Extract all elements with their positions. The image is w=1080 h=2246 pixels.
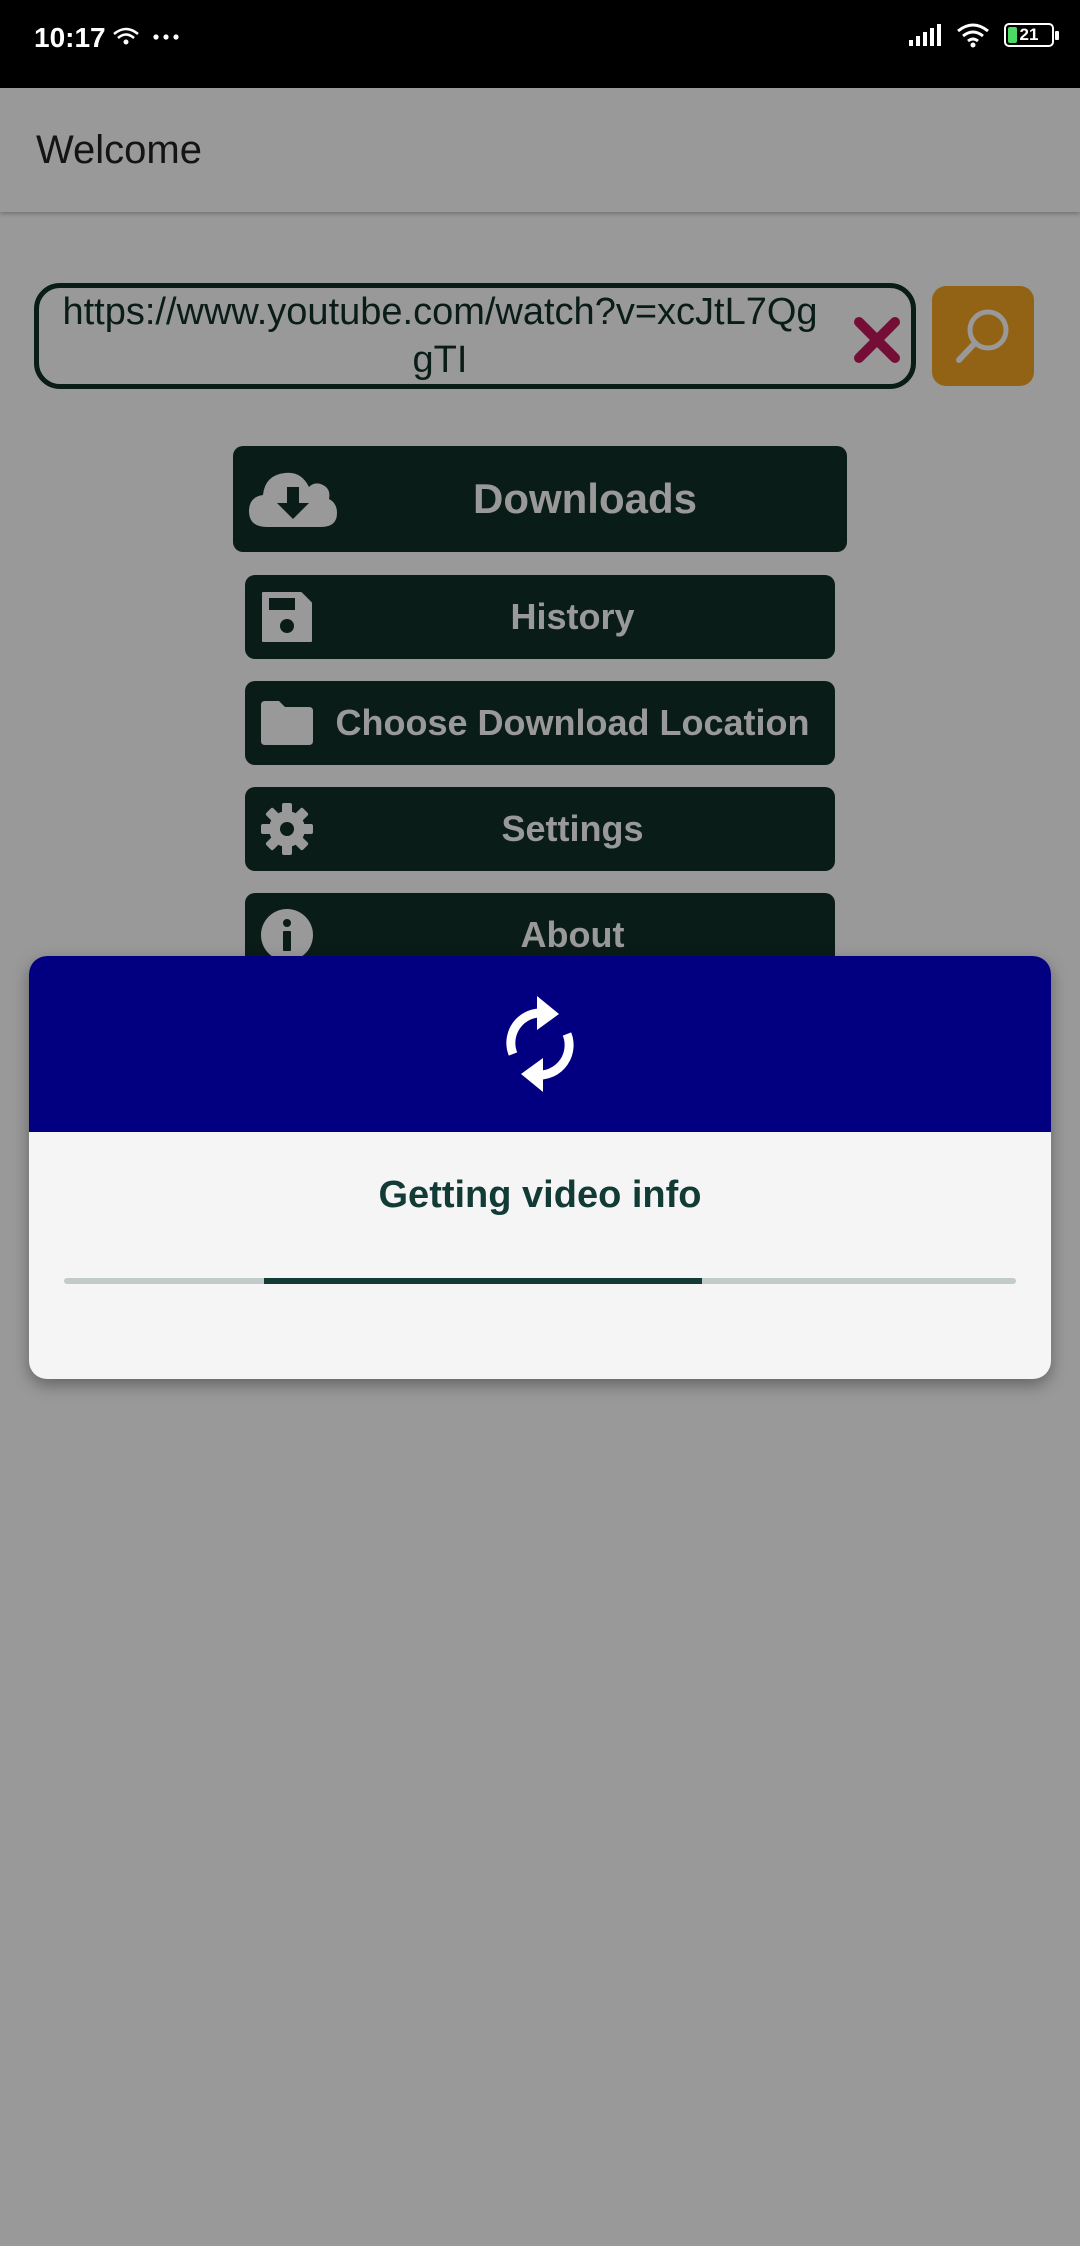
signal-icon (909, 24, 941, 46)
status-time: 10:17 (34, 22, 106, 53)
wifi-icon (957, 23, 989, 48)
wifi-calling-icon (113, 27, 179, 45)
status-right-icons: 21 (908, 22, 1059, 48)
loading-dialog: Getting video info (29, 956, 1051, 1379)
battery-icon: 21 (1004, 23, 1059, 47)
status-left-icons (112, 24, 182, 55)
status-bar: 10:17 21 (0, 0, 1080, 88)
sync-icon (506, 996, 574, 1092)
progress-indicator (263, 1278, 702, 1284)
dialog-message: Getting video info (378, 1174, 702, 1216)
progress-bar (64, 1278, 1016, 1284)
dialog-header (29, 956, 1051, 1132)
battery-level: 21 (1019, 25, 1039, 44)
